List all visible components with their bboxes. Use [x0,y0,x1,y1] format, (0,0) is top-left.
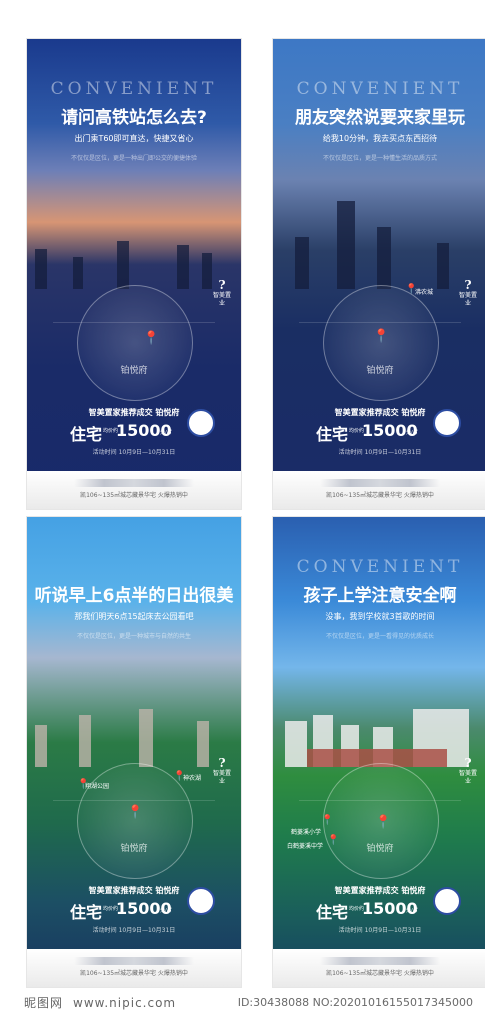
poster-footer: 凯106~135㎡城芯藏景华宅 火爆热销中 [27,949,241,987]
poster-school-safety: CONVENIENT 孩子上学注意安全啊 没事，我到学校就3首歌的时间 不仅仅是… [272,516,485,988]
price-unit: 元/㎡ [406,430,418,436]
map-pin-icon: 📍 [127,805,144,820]
price-bar: 住宅 均价约 15000 元/㎡ [27,887,241,922]
price-bar: 住宅 均价约 15000 元/㎡ [27,409,241,444]
poster-sheet: CONVENIENT 请问高铁站怎么去? 出门乘T60即可直达，快捷又省心 不仅… [0,0,485,1024]
image-id-text: ID:30438088 NO:20201016155017345000 [237,996,473,1009]
poster-caption: 不仅仅是区位，更是一种出门即公交的便捷体验 [70,155,197,162]
event-date: 活动时间 10月9日—10月31日 [92,449,176,456]
price-unit: 元/㎡ [160,430,172,436]
residence-label: 住宅 [316,425,349,444]
poster-headline: 听说早上6点半的日出很美 [34,586,234,606]
map-pin-icon: 📍 [321,815,334,826]
event-date: 活动时间 10月9日—10月31日 [338,449,422,456]
brand-logo: ? 智美置业 [212,278,231,307]
price-unit: 元/㎡ [406,908,418,914]
map-pin-icon: 📍 [143,331,160,346]
night-city-image [273,189,485,289]
location-circle [77,285,193,401]
location-label: 铂悦府 [120,844,148,854]
city-skyline-image [27,189,241,289]
poster-subtitle: 那我们明天6点15起床去公园看吧 [74,612,194,621]
event-date: 活动时间 10月9日—10月31日 [338,927,422,934]
location-label: 铂悦府 [366,844,394,854]
location-label: 铂悦府 [120,366,148,376]
poster-watermark-title: CONVENIENT [50,79,218,99]
qr-circle [433,409,461,437]
poster-subtitle: 给我10分钟，我去买点东西招待 [322,134,438,143]
poster-caption: 不仅仅是区位，更是一种城市与自然的共生 [76,633,191,640]
poster-headline: 孩子上学注意安全啊 [303,586,457,606]
poster-subtitle: 没事，我到学校就3首歌的时间 [325,612,435,621]
qr-circle [187,409,215,437]
brand-logo: ? 智美置业 [458,278,477,307]
park-city-image [27,667,241,767]
brand-logo: ? 智美置业 [212,756,231,785]
poster-sunrise-park: 听说早上6点半的日出很美 那我们明天6点15起床去公园看吧 不仅仅是区位，更是一… [26,516,242,988]
poster-footer: 凯106~135㎡城芯藏景华宅 火爆热销中 [273,471,485,509]
poster-headline: 请问高铁站怎么去? [61,108,207,128]
brand-logo: ? 智美置业 [458,756,477,785]
poi-label: 翔湖公园 [85,783,110,790]
residence-label: 住宅 [70,425,103,444]
poster-headline: 朋友突然说要来家里玩 [295,108,465,128]
poster-friends-visit: CONVENIENT 朋友突然说要来家里玩 给我10分钟，我去买点东西招待 不仅… [272,38,485,510]
qr-circle [187,887,215,915]
residence-label: 住宅 [70,903,103,922]
residence-label: 住宅 [316,903,349,922]
poster-footer: 凯106~135㎡城芯藏景华宅 火爆热销中 [27,471,241,509]
qr-circle [433,887,461,915]
site-url: www.nipic.com [73,996,177,1010]
poster-high-speed-rail: CONVENIENT 请问高铁站怎么去? 出门乘T60即可直达，快捷又省心 不仅… [26,38,242,510]
poi-label: 神农湖 [183,775,202,782]
price-bar: 住宅 均价约 15000 元/㎡ [273,409,485,444]
price-bar: 住宅 均价约 15000 元/㎡ [273,887,485,922]
poster-footer: 凯106~135㎡城芯藏景华宅 火爆热销中 [273,949,485,987]
poster-subtitle: 出门乘T60即可直达，快捷又省心 [74,134,194,143]
poster-caption: 不仅仅是区位，更是一看得见的优质成长 [325,633,434,640]
poi-label: 沸农城 [415,289,434,296]
poster-caption: 不仅仅是区位，更是一种懂生活的品质方式 [322,155,437,162]
site-name: 昵图网 [24,996,64,1010]
school-campus-image [273,667,485,767]
nipic-logo: 昵图网 www.nipic.com [14,991,176,1012]
location-label: 铂悦府 [366,366,394,376]
map-pin-icon: 📍 [375,815,392,830]
event-date: 活动时间 10月9日—10月31日 [92,927,176,934]
poi-label: 鹤菱溪小学 [291,829,322,836]
poster-watermark-title: CONVENIENT [296,79,464,99]
price-unit: 元/㎡ [160,908,172,914]
poster-watermark-title: CONVENIENT [296,557,464,577]
map-pin-icon: 📍 [373,329,390,344]
